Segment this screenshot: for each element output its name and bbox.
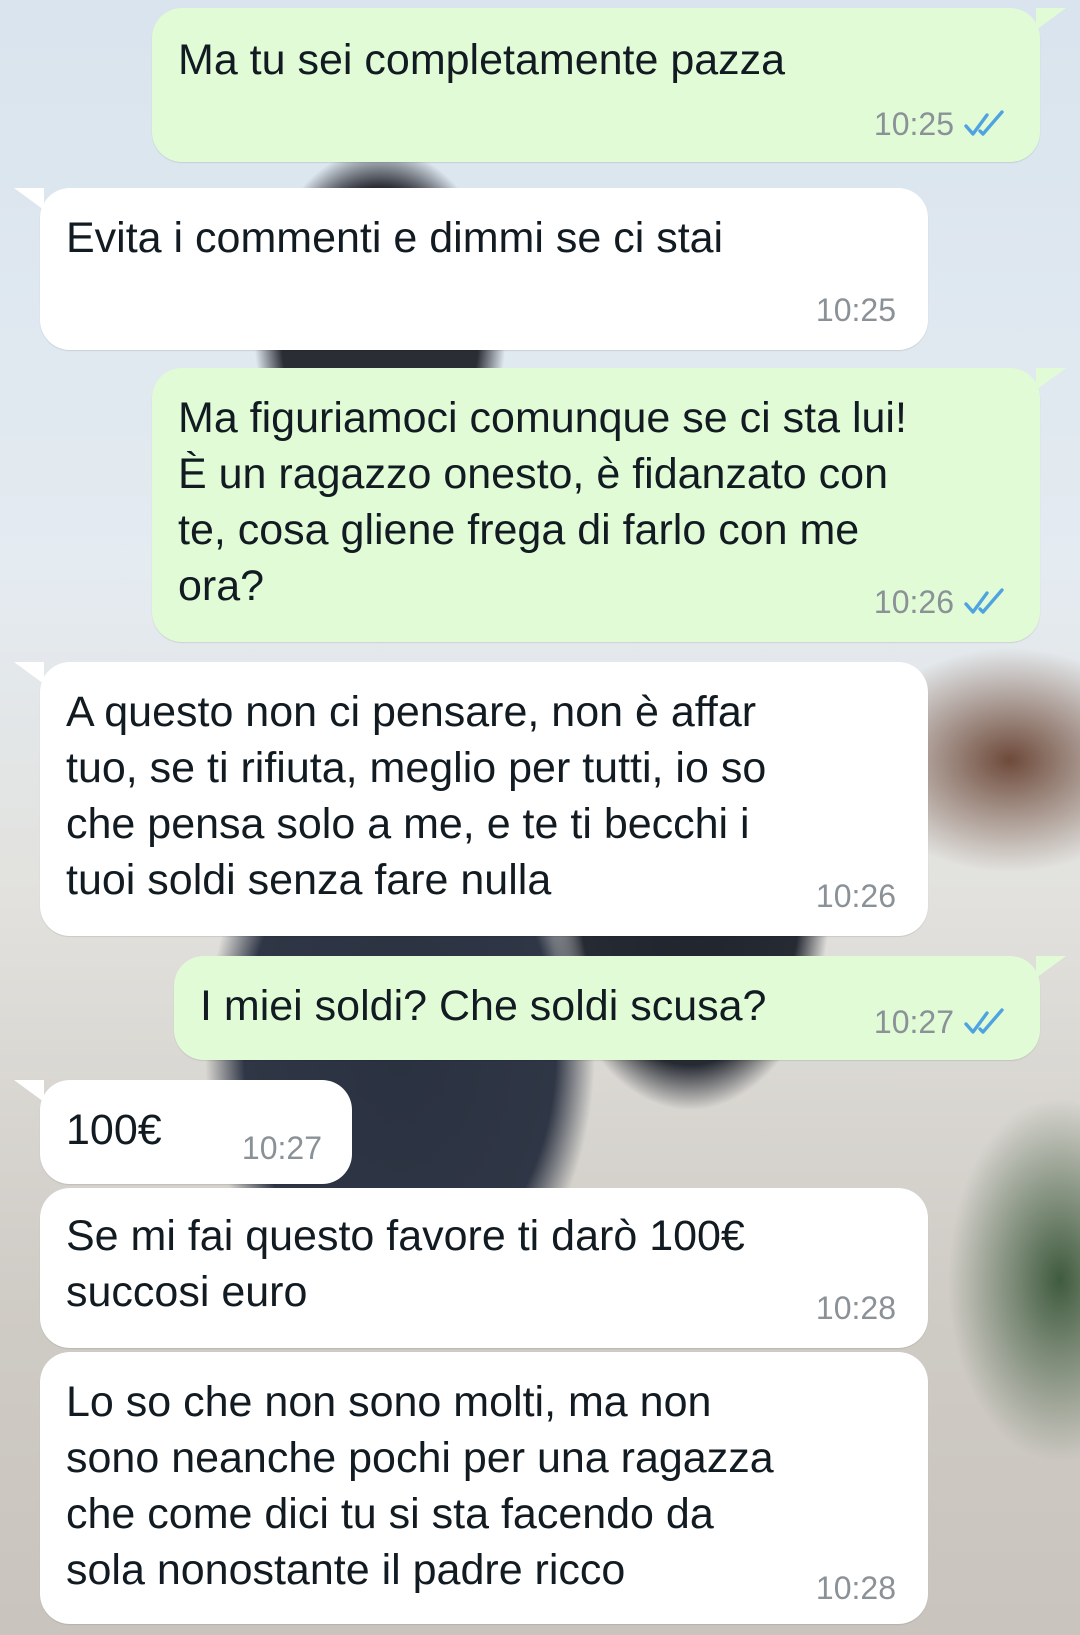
- bubble-tail: [1036, 956, 1066, 978]
- message-time: 10:27: [241, 1130, 322, 1166]
- read-double-check-icon: [964, 110, 1004, 136]
- message-time: 10:25: [815, 292, 896, 328]
- message-meta: 10:26: [816, 876, 896, 916]
- message-time: 10:28: [815, 1570, 896, 1606]
- read-double-check-icon: [964, 588, 1004, 614]
- message-time: 10:27: [873, 1004, 954, 1040]
- message-text: Se mi fai questo favore ti darò 100€ suc…: [66, 1212, 745, 1316]
- bubble-tail: [14, 662, 44, 684]
- message-time: 10:28: [815, 1290, 896, 1326]
- message-meta: 10:25: [874, 104, 1008, 144]
- message-meta: 10:25: [816, 290, 896, 330]
- message-meta: 10:28: [816, 1288, 896, 1328]
- message-list[interactable]: Ma tu sei completamente pazza 10:25 Evit…: [0, 0, 1080, 1635]
- message-time: 10:26: [815, 878, 896, 914]
- message-meta: 10:27: [242, 1128, 322, 1168]
- message-text: I miei soldi? Che soldi scusa?: [200, 982, 767, 1030]
- outgoing-message[interactable]: Ma figuriamoci comunque se ci sta lui! È…: [152, 368, 1066, 642]
- message-meta: 10:28: [816, 1568, 896, 1608]
- incoming-message[interactable]: 100€ 10:27: [14, 1080, 352, 1184]
- message-meta: 10:26: [874, 582, 1008, 622]
- incoming-message[interactable]: Lo so che non sono molti, ma non sono ne…: [40, 1352, 928, 1624]
- bubble-tail: [14, 1080, 44, 1102]
- incoming-message[interactable]: Evita i commenti e dimmi se ci stai 10:2…: [14, 188, 928, 350]
- bubble-tail: [14, 188, 44, 210]
- outgoing-message[interactable]: I miei soldi? Che soldi scusa? 10:27: [174, 956, 1066, 1060]
- incoming-message[interactable]: A questo non ci pensare, non è affar tuo…: [14, 662, 928, 936]
- message-text: Evita i commenti e dimmi se ci stai: [66, 214, 724, 262]
- read-double-check-icon: [964, 1008, 1004, 1034]
- message-text: Lo so che non sono molti, ma non sono ne…: [66, 1378, 774, 1594]
- message-text: Ma figuriamoci comunque se ci sta lui! È…: [178, 394, 907, 610]
- message-time: 10:26: [873, 584, 954, 620]
- message-meta: 10:27: [874, 1002, 1008, 1042]
- message-text: A questo non ci pensare, non è affar tuo…: [66, 688, 767, 904]
- message-time: 10:25: [873, 106, 954, 142]
- incoming-message[interactable]: Se mi fai questo favore ti darò 100€ suc…: [40, 1188, 928, 1348]
- message-text: Ma tu sei completamente pazza: [178, 36, 786, 84]
- outgoing-message[interactable]: Ma tu sei completamente pazza 10:25: [152, 8, 1066, 162]
- bubble-tail: [1036, 8, 1066, 30]
- message-text: 100€: [66, 1106, 162, 1154]
- bubble-tail: [1036, 368, 1066, 390]
